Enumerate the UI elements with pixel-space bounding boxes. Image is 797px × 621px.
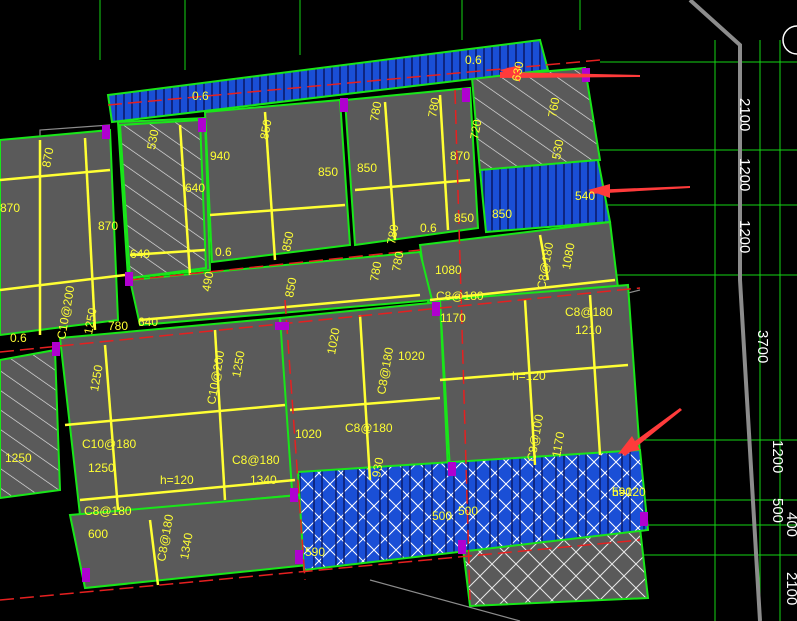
label: 870 <box>98 219 118 233</box>
label: 940 <box>210 149 230 163</box>
dim-400: 400 <box>783 512 797 537</box>
label: 850 <box>492 207 512 221</box>
label: 850 <box>318 165 338 179</box>
left-slab-thickness: h=120 <box>160 473 194 487</box>
label: 1340 <box>250 473 277 487</box>
dim-1200-b: 1200 <box>736 220 753 253</box>
label: 590 <box>612 485 632 499</box>
label: 1250 <box>5 451 32 465</box>
label: 640 <box>138 315 158 329</box>
label: 640 <box>130 247 150 261</box>
cad-drawing-canvas[interactable]: 2100 1200 1200 3700 1200 500 400 2100 0.… <box>0 0 797 621</box>
dim-1200-a: 1200 <box>736 158 753 191</box>
dim-1200-c: 1200 <box>769 440 786 473</box>
dim-2100-top: 2100 <box>736 98 753 131</box>
label: 600 <box>88 527 108 541</box>
dim-2100-bottom: 2100 <box>783 572 797 605</box>
label: 780 <box>384 223 401 245</box>
label: 1210 <box>575 323 602 337</box>
dim-3700: 3700 <box>754 330 771 363</box>
label: 0.6 <box>10 331 27 345</box>
label: C8@180 <box>232 453 280 467</box>
label: 1170 <box>440 311 466 325</box>
label: 500 <box>432 509 452 523</box>
right-slab-thickness: h=120 <box>512 369 546 383</box>
label: 1020 <box>295 427 322 441</box>
label: C8@180 <box>84 504 132 518</box>
label: 0.6 <box>465 53 482 67</box>
label: 500 <box>458 504 478 518</box>
label: 1250 <box>88 461 115 475</box>
label: 850 <box>454 211 474 225</box>
label: 640 <box>185 181 205 195</box>
label: 1020 <box>398 349 425 363</box>
label: 780 <box>108 319 128 333</box>
label: C8@180 <box>345 421 393 435</box>
label: 870 <box>0 201 20 215</box>
label: 850 <box>357 161 377 175</box>
label: 590 <box>305 545 325 559</box>
label: C8@180 <box>436 289 484 303</box>
label: 0.6 <box>420 221 437 235</box>
label: 0.6 <box>192 89 209 103</box>
label: 540 <box>575 189 595 203</box>
site-outline <box>688 0 762 621</box>
label: 870 <box>450 149 470 163</box>
label: 1080 <box>435 263 462 277</box>
label: C10@180 <box>82 437 137 451</box>
label: C8@180 <box>565 305 613 319</box>
label: 0.6 <box>215 245 232 259</box>
compass-icon[interactable] <box>782 25 797 55</box>
